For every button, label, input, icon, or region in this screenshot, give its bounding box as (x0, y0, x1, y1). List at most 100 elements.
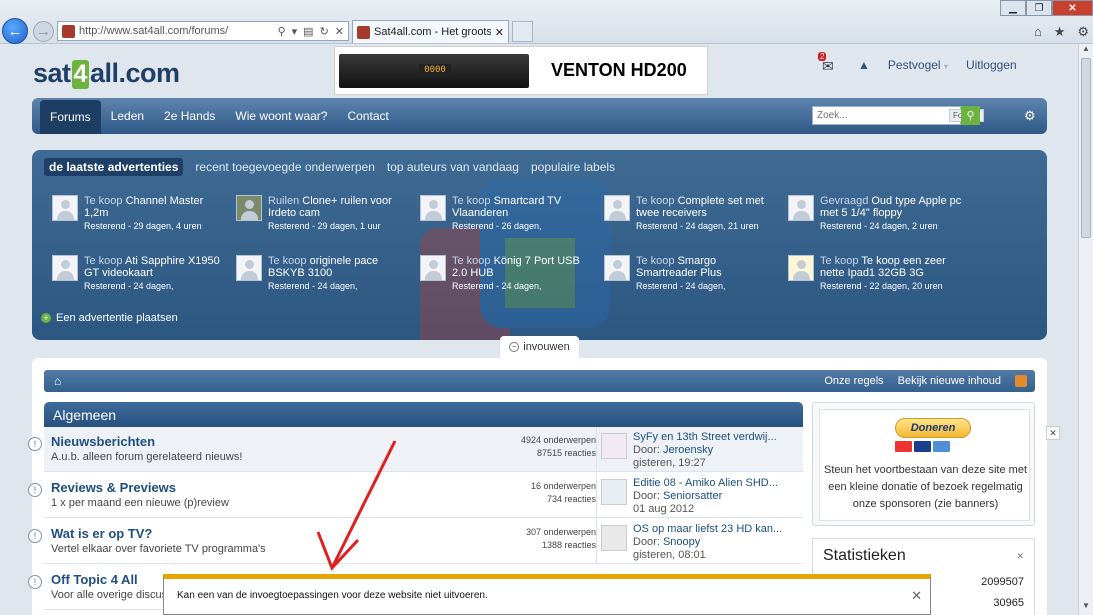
donate-button[interactable]: Doneren (895, 418, 971, 438)
sidebar-close-icon[interactable]: ✕ (1046, 426, 1060, 440)
tab-top-authors[interactable]: top auteurs van vandaag (387, 160, 519, 174)
new-tab-button[interactable] (512, 21, 533, 42)
last-post-author[interactable]: Jeroensky (663, 444, 713, 456)
last-post-thumb[interactable] (601, 479, 627, 505)
ad-item[interactable]: Te koop Smartcard TV Vlaanderen Resterend… (420, 195, 595, 232)
maximize-button[interactable]: ❐ (1026, 0, 1052, 16)
search-input[interactable] (817, 110, 949, 121)
scroll-thumb[interactable] (1081, 58, 1091, 238)
nav-contact[interactable]: Contact (337, 98, 398, 134)
nav-leden[interactable]: Leden (101, 98, 154, 134)
logout-link[interactable]: Uitloggen (966, 58, 1017, 72)
rules-link[interactable]: Onze regels (824, 375, 883, 387)
refresh-icon[interactable]: ↻ (320, 25, 329, 38)
ad-remaining: Resterend - 24 dagen, 21 uren (636, 221, 759, 231)
address-bar[interactable]: http://www.sat4all.com/forums/ ⚲ ▾ ▤ ↻ ✕ (57, 21, 349, 41)
compat-icon[interactable]: ▤ (303, 25, 313, 38)
close-button[interactable]: ✕ (1052, 0, 1093, 16)
last-post-title[interactable]: OS op maar liefst 23 HD kan... (633, 523, 782, 535)
user-links: ✉ 2 ▲ Pestvogel ▾ Uitloggen (818, 52, 1017, 74)
minus-icon: − (509, 342, 520, 352)
gear-icon[interactable]: ⚙ (1077, 24, 1089, 40)
tab-recent-topics[interactable]: recent toegevoegde onderwerpen (195, 160, 374, 174)
ad-banner[interactable]: 0000 VENTON HD200 (334, 46, 708, 95)
forum-name[interactable]: Wat is er op TV? (51, 526, 152, 541)
home-icon[interactable]: ⌂ (54, 374, 61, 388)
rss-icon[interactable] (1015, 375, 1027, 387)
ad-kind: Te koop (84, 195, 123, 207)
back-button[interactable]: ← (2, 18, 28, 44)
ad-item[interactable]: Te koop Ati Sapphire X1950 GT videokaart… (52, 255, 227, 292)
new-content-link[interactable]: Bekijk nieuwe inhoud (898, 375, 1001, 387)
last-post-by: Door: Snoopy (633, 536, 700, 548)
address-controls: ⚲ ▾ ▤ ↻ ✕ (278, 25, 348, 38)
ad-item[interactable]: Te koop Complete set met twee receivers R… (604, 195, 779, 232)
last-post-by-label: Door: (633, 444, 660, 456)
forum-status-icon: ! (28, 529, 42, 543)
scroll-down-icon[interactable]: ▼ (1079, 601, 1093, 615)
last-post-author[interactable]: Snoopy (663, 536, 700, 548)
search-icon[interactable]: ⚲ (278, 25, 286, 38)
ad-item[interactable]: Gevraagd Oud type Apple pc met 5 1/4" fl… (788, 195, 963, 232)
receiver-image: 0000 (339, 53, 529, 88)
ad-item[interactable]: Ruilen Clone+ ruilen voor Irdeto cam Rest… (236, 195, 411, 232)
stop-icon[interactable]: ✕ (335, 25, 344, 38)
watermark-logo (420, 178, 610, 340)
last-post-title[interactable]: Editie 08 - Amiko Alien SHD... (633, 477, 778, 489)
close-tab-icon[interactable]: ✕ (495, 26, 504, 39)
tab-popular-labels[interactable]: populaire labels (531, 160, 615, 174)
place-ad-link[interactable]: + Een advertentie plaatsen (41, 312, 178, 324)
logo-text-pre: sat (33, 58, 71, 88)
site-logo[interactable]: sat 4 all.com (33, 58, 180, 89)
home-icon[interactable]: ⌂ (1034, 24, 1042, 40)
user-menu[interactable]: Pestvogel ▾ (888, 58, 948, 72)
collapse-button[interactable]: − invouwen (500, 336, 579, 358)
forum-name[interactable]: Reviews & Previews (51, 480, 176, 495)
tab-favicon (357, 25, 370, 39)
forum-replies: 87515 reacties (536, 448, 596, 458)
forum-stats: 4924 onderwerpen 87515 reacties (504, 434, 596, 460)
ad-remaining: Resterend - 24 dagen, 2 uren (820, 221, 938, 231)
ad-item[interactable]: Te koop König 7 Port USB 2.0 HUB Resteren… (420, 255, 595, 292)
tab-latest-ads[interactable]: de laatste advertenties (44, 158, 184, 176)
close-icon[interactable]: ✕ (1016, 551, 1024, 562)
dropdown-icon[interactable]: ▾ (292, 25, 298, 38)
search-button[interactable]: ⚲ (961, 106, 980, 125)
donate-box: Doneren Steun het voortbestaan van deze … (812, 402, 1035, 526)
forum-name[interactable]: Nieuwsberichten (51, 434, 155, 449)
ads-panel: de laatste advertenties recent toegevoeg… (32, 150, 1047, 340)
category-header[interactable]: Algemeen (44, 402, 803, 427)
forum-name[interactable]: Off Topic 4 All (51, 572, 138, 587)
notifications-icon[interactable]: ▲ (858, 58, 870, 72)
last-post-author[interactable]: Seniorsatter (663, 490, 722, 502)
address-url[interactable]: http://www.sat4all.com/forums/ (79, 25, 274, 37)
ad-item[interactable]: Te koop Channel Master 1,2m Resterend - 2… (52, 195, 227, 232)
ad-item[interactable]: Te koop Te koop een zeer nette Ipad1 32G… (788, 255, 963, 292)
search-options-icon[interactable]: ⚙ (1024, 108, 1036, 124)
nav-wie-woont-waar[interactable]: Wie woont waar? (225, 98, 337, 134)
forum-status-icon: ! (28, 483, 42, 497)
window-controls: ▁ ❐ ✕ (1000, 0, 1093, 16)
ad-kind: Te koop (84, 255, 123, 267)
forward-button[interactable]: → (33, 21, 54, 42)
logo-text-num: 4 (71, 60, 89, 89)
messages-icon[interactable]: ✉ 2 (818, 52, 840, 74)
avatar (604, 255, 630, 281)
nav-forums[interactable]: Forums (40, 100, 101, 134)
nav-2e-hands[interactable]: 2e Hands (154, 98, 225, 134)
scroll-up-icon[interactable]: ▲ (1079, 44, 1093, 58)
last-post-by: Door: Seniorsatter (633, 490, 722, 502)
star-icon[interactable]: ★ (1054, 24, 1066, 40)
close-icon[interactable]: ✕ (911, 588, 922, 604)
last-post-thumb[interactable] (601, 433, 627, 459)
ad-item[interactable]: Te koop originele pace BSKYB 3100 Restere… (236, 255, 411, 292)
last-post-thumb[interactable] (601, 525, 627, 551)
ad-item[interactable]: Te koop Smargo Smartreader Plus Resterend… (604, 255, 779, 292)
last-post-by-label: Door: (633, 490, 660, 502)
minimize-button[interactable]: ▁ (1000, 0, 1026, 16)
forum-desc: Voor alle overige discus (51, 589, 168, 601)
browser-tab[interactable]: Sat4all.com - Het grootste ... ✕ (352, 20, 509, 43)
scrollbar[interactable]: ▲ ▼ (1078, 44, 1093, 615)
ad-kind: Ruilen (268, 195, 300, 207)
last-post-title[interactable]: SyFy en 13th Street verdwij... (633, 431, 777, 443)
